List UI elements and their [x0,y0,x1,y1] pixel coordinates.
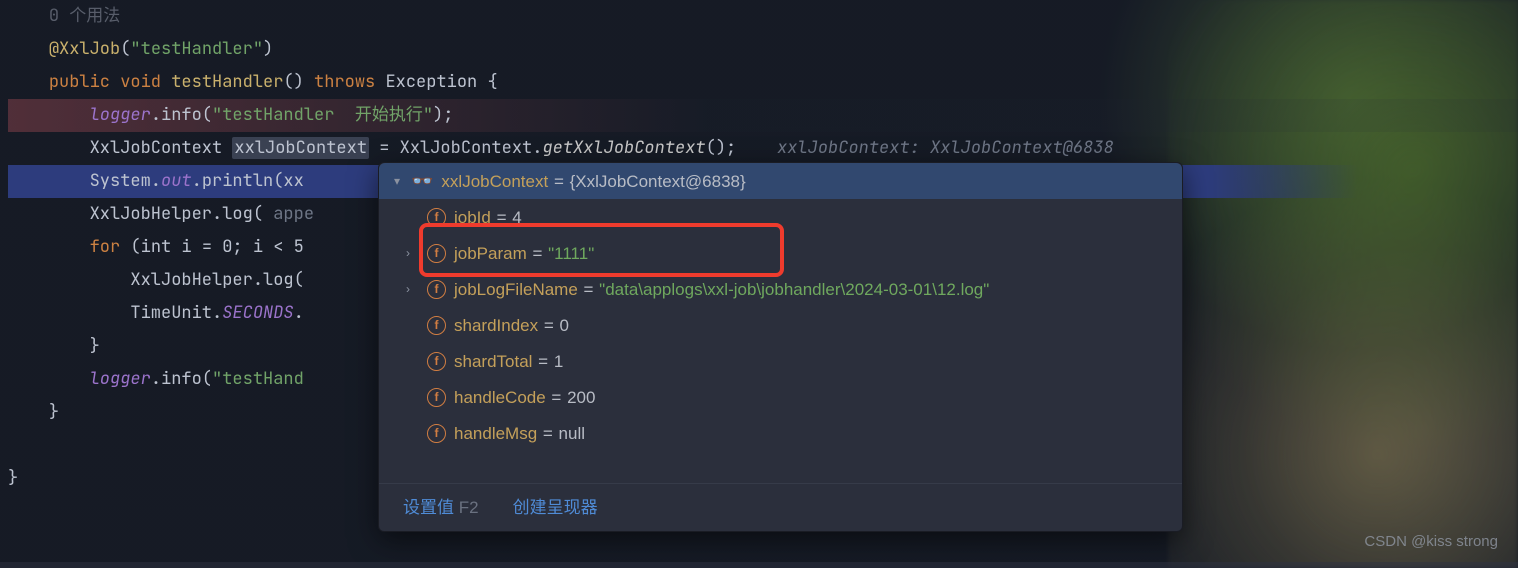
field-value: "data\applogs\xxl-job\jobhandler\2024-03… [599,280,989,299]
code-line: 0 个用法 [8,0,1518,33]
field-icon: f [427,244,446,263]
shortcut-hint: F2 [459,498,479,517]
field-name: shardIndex [454,316,538,335]
field-value: null [559,424,585,443]
field-name: jobLogFileName [454,280,578,299]
debug-root-row[interactable]: ▾ 👓 xxlJobContext = {XxlJobContext@6838} [379,163,1182,199]
field-name: handleCode [454,388,546,407]
field-value: 1 [554,352,563,371]
chevron-down-icon[interactable]: ▾ [391,175,403,187]
field-icon: f [427,352,446,371]
field-icon: f [427,208,446,227]
popup-footer: 设置值 F2 创建呈现器 [379,483,1182,531]
create-renderer-link[interactable]: 创建呈现器 [513,499,598,516]
field-name: shardTotal [454,352,532,371]
var-value: {XxlJobContext@6838} [570,172,746,191]
debug-field-row[interactable]: fjobId = 4 [379,199,1182,235]
debug-field-row[interactable]: ›fjobParam = "1111" [379,235,1182,271]
field-icon: f [427,424,446,443]
field-value: 4 [512,208,521,227]
field-name: jobId [454,208,491,227]
chevron-right-icon[interactable]: › [397,283,419,295]
code-line: @XxlJob("testHandler") [8,33,1518,66]
field-icon: f [427,280,446,299]
field-name: handleMsg [454,424,537,443]
field-icon: f [427,388,446,407]
watch-icon: 👓 [411,172,433,190]
code-line: XxlJobContext xxlJobContext = XxlJobCont… [8,132,1518,165]
debug-field-row[interactable]: fshardTotal = 1 [379,343,1182,379]
chevron-right-icon[interactable]: › [397,247,419,259]
set-value-link[interactable]: 设置值 [403,498,454,517]
field-icon: f [427,316,446,335]
field-name: jobParam [454,244,527,263]
status-bar [0,562,1518,568]
usage-hint: 0 个用法 [8,5,120,27]
field-value: "1111" [548,244,594,263]
debug-field-row[interactable]: ›fjobLogFileName = "data\applogs\xxl-job… [379,271,1182,307]
debug-field-row[interactable]: fhandleMsg = null [379,415,1182,451]
code-line: logger.info("testHandler 开始执行"); [8,99,1518,132]
field-value: 0 [560,316,569,335]
debug-field-row[interactable]: fhandleCode = 200 [379,379,1182,415]
debug-field-row[interactable]: fshardIndex = 0 [379,307,1182,343]
var-name: xxlJobContext [441,172,548,191]
selected-variable[interactable]: xxlJobContext [232,137,369,159]
watermark: CSDN @kiss strong [1364,525,1498,558]
debug-evaluate-popup[interactable]: ▾ 👓 xxlJobContext = {XxlJobContext@6838}… [378,162,1183,532]
code-line: public void testHandler() throws Excepti… [8,66,1518,99]
field-value: 200 [567,388,595,407]
inline-debug-hint: xxlJobContext: XxlJobContext@6838 [777,137,1114,159]
